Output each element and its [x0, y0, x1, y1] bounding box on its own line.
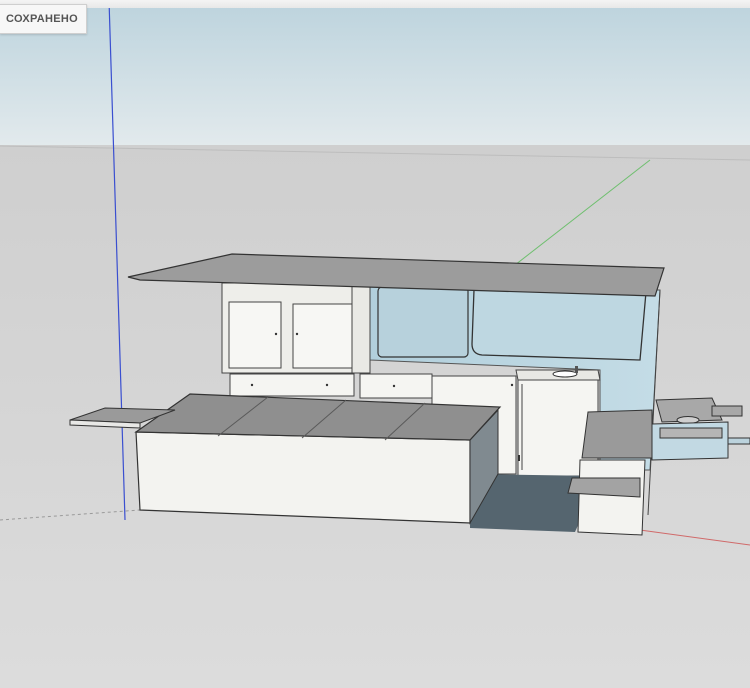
saved-status-badge: СОХРАНЕНО — [0, 4, 87, 34]
bed-front — [135, 431, 471, 524]
window-right — [471, 289, 647, 361]
modeling-viewport[interactable]: СОХРАНЕНО — [0, 0, 750, 688]
pipe — [727, 437, 750, 445]
3d-scene[interactable] — [0, 0, 750, 688]
drawer-left[interactable] — [229, 373, 355, 397]
sink-faucet — [575, 366, 578, 373]
side-cabinet — [577, 459, 646, 536]
knob — [510, 383, 514, 387]
knob — [295, 332, 299, 336]
side-counter-top — [581, 409, 653, 459]
handle — [518, 455, 520, 461]
upper-cabinet-strip — [351, 282, 371, 374]
knob — [392, 384, 396, 388]
sky — [0, 0, 750, 160]
monitor-bezel — [0, 0, 750, 8]
knob — [274, 332, 278, 336]
upper-cabinet-door-right[interactable] — [292, 303, 353, 369]
knob — [250, 383, 254, 387]
drawer-middle[interactable] — [359, 373, 433, 399]
stove-panel — [659, 427, 723, 439]
knob — [325, 383, 329, 387]
upper-cabinet-door-left[interactable] — [228, 301, 282, 369]
window-left — [377, 286, 469, 358]
sink-bowl — [552, 370, 578, 378]
stove-extension — [711, 405, 743, 417]
